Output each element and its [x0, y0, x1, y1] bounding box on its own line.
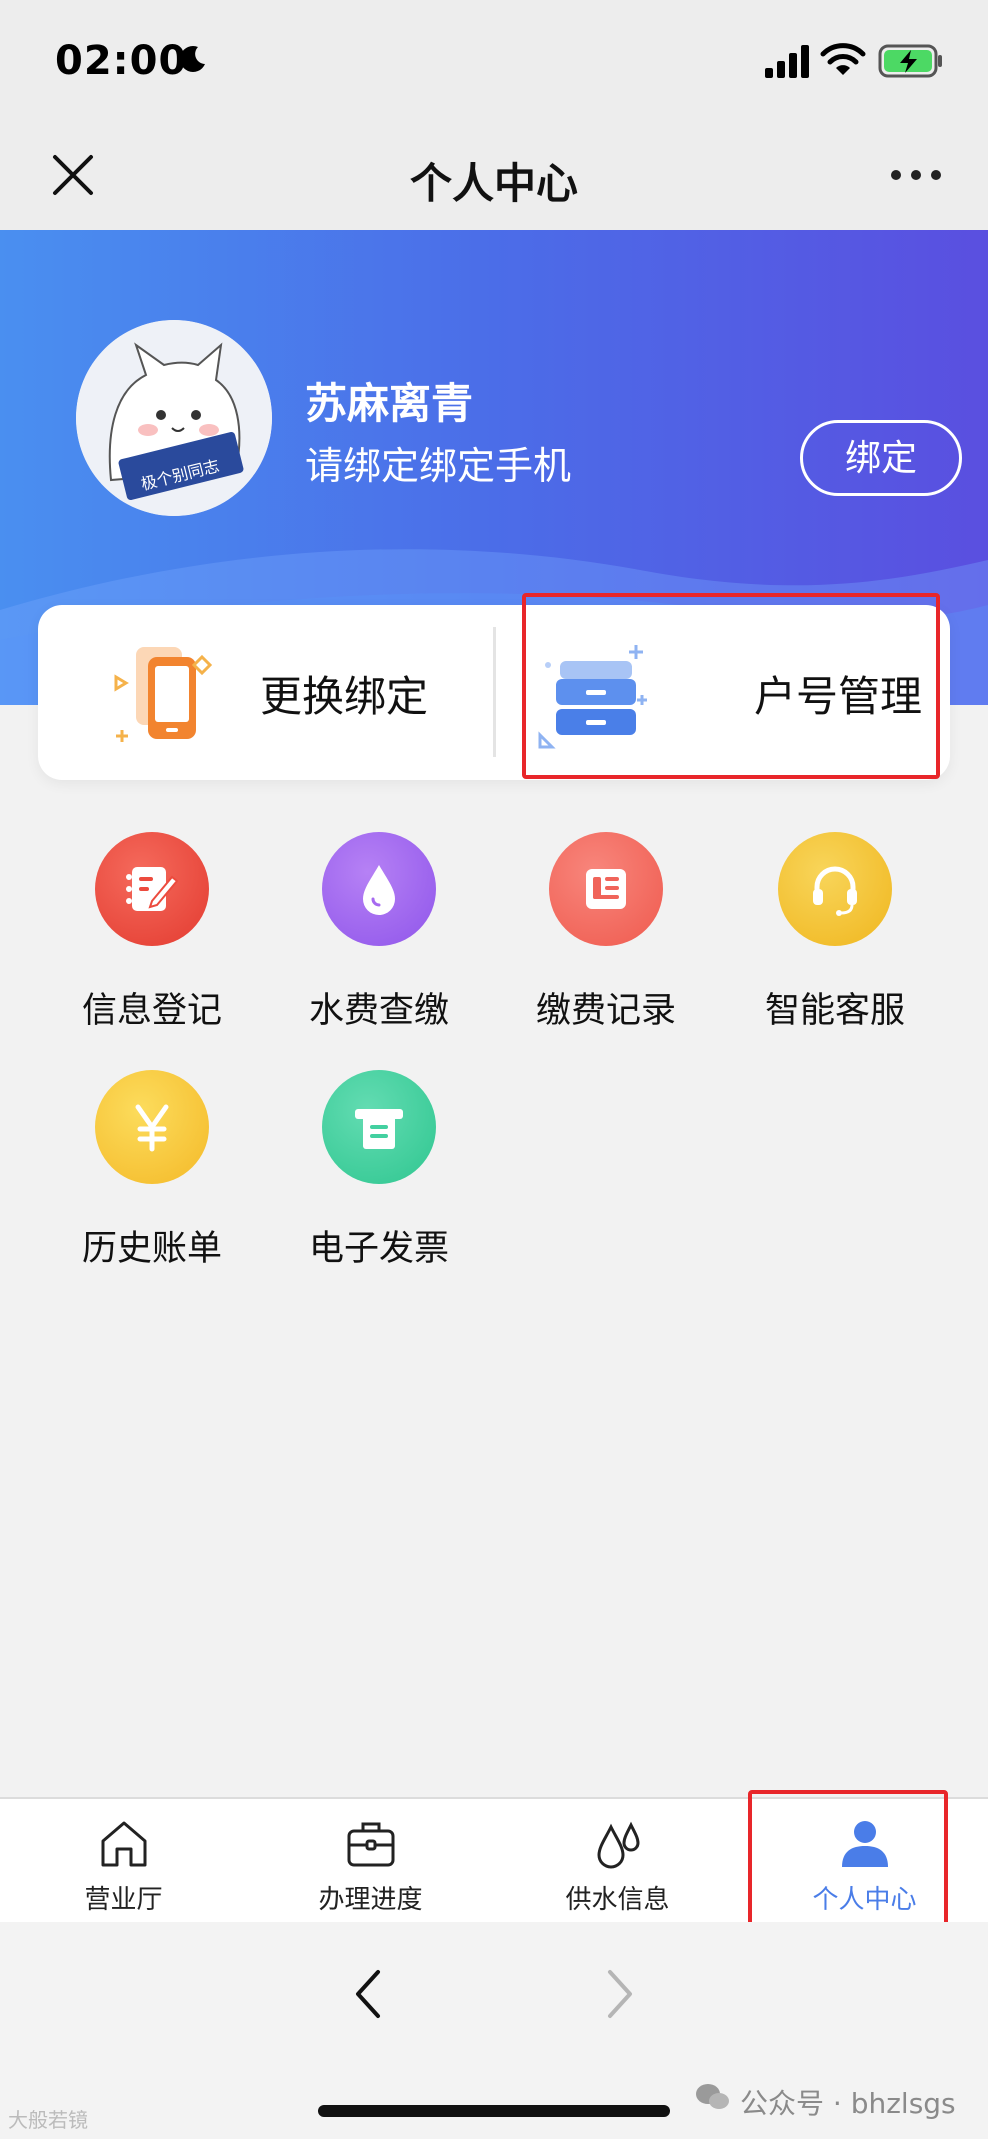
watermark-left: 大般若镜 [8, 2108, 88, 2132]
tab-personal-center[interactable]: 个人中心 [741, 1799, 988, 1924]
action-card: 更换绑定 户号管理 [38, 605, 950, 780]
grid-item-info-register[interactable]: 信息登记 [52, 832, 252, 1042]
change-binding-button[interactable]: 更换绑定 [38, 605, 493, 780]
wifi-icon [820, 43, 866, 75]
yen-icon [135, 1104, 169, 1152]
grid-item-water-fee[interactable]: 水费查缴 [279, 832, 479, 1042]
cellular-signal-icon [765, 45, 809, 78]
grid-item-history-bill[interactable]: 历史账单 [52, 1070, 252, 1280]
tab-label: 办理进度 [318, 1885, 423, 1915]
moon-icon [180, 46, 205, 72]
drops-icon [597, 1821, 640, 1869]
tab-bar: 营业厅 办理进度 供水信息 个人中心 [0, 1797, 988, 1922]
phone-change-icon [114, 647, 213, 742]
grid-circle [778, 832, 892, 946]
more-icon[interactable] [888, 160, 944, 190]
headset-icon [813, 866, 857, 916]
forward-arrow-icon[interactable] [600, 1964, 640, 2024]
account-management-button[interactable]: 户号管理 [496, 605, 950, 780]
status-time: 02:00 [55, 38, 188, 84]
briefcase-icon [347, 1822, 395, 1867]
watermark-right: 公众号 · bhzlsgs [740, 2087, 956, 2120]
user-name: 苏麻离青 [305, 379, 474, 428]
tab-label: 个人中心 [812, 1885, 917, 1915]
grid-item-e-invoice[interactable]: 电子发票 [279, 1070, 479, 1280]
battery-charging-icon [878, 44, 942, 78]
page-title: 个人中心 [409, 159, 578, 208]
tab-progress[interactable]: 办理进度 [247, 1799, 494, 1924]
invoice-icon [355, 1109, 403, 1149]
home-indicator[interactable] [318, 2105, 670, 2117]
avatar[interactable]: 极个别同志 [76, 320, 272, 516]
back-arrow-icon[interactable] [348, 1964, 388, 2024]
tab-label: 供水信息 [565, 1885, 670, 1915]
grid-label: 历史账单 [81, 1229, 222, 1269]
wechat-icon [696, 2084, 729, 2109]
tab-business-hall[interactable]: 营业厅 [0, 1799, 247, 1924]
grid-circle [322, 832, 436, 946]
grid-label: 智能客服 [764, 991, 905, 1031]
record-list-icon [586, 869, 626, 909]
grid-item-smart-service[interactable]: 智能客服 [735, 832, 935, 1042]
grid-circle [549, 832, 663, 946]
water-drop-icon [363, 865, 395, 915]
grid-circle [95, 1070, 209, 1184]
register-icon [126, 867, 179, 911]
home-icon [101, 1821, 147, 1867]
grid-label: 电子发票 [308, 1229, 449, 1269]
grid-label: 信息登记 [81, 991, 222, 1031]
account-drawer-icon [538, 645, 647, 749]
grid-circle [95, 832, 209, 946]
browser-toolbar: 大般若镜 公众号 · bhzlsgs [0, 1922, 988, 2139]
change-binding-label: 更换绑定 [260, 672, 429, 721]
grid-item-payment-record[interactable]: 缴费记录 [506, 832, 706, 1042]
grid-circle [322, 1070, 436, 1184]
grid-label: 缴费记录 [535, 991, 676, 1031]
status-bar: 02:00 [0, 0, 988, 120]
tab-water-info[interactable]: 供水信息 [494, 1799, 741, 1924]
bind-button[interactable]: 绑定 [800, 420, 962, 496]
account-management-label: 户号管理 [754, 672, 923, 721]
bind-phone-hint[interactable]: 请绑定绑定手机 [305, 435, 571, 490]
cat-avatar-illustration: 极个别同志 [76, 320, 272, 516]
nav-bar: 个人中心 [0, 120, 988, 230]
tab-label: 营业厅 [84, 1885, 163, 1915]
user-icon [842, 1821, 888, 1867]
grid-label: 水费查缴 [308, 991, 449, 1031]
